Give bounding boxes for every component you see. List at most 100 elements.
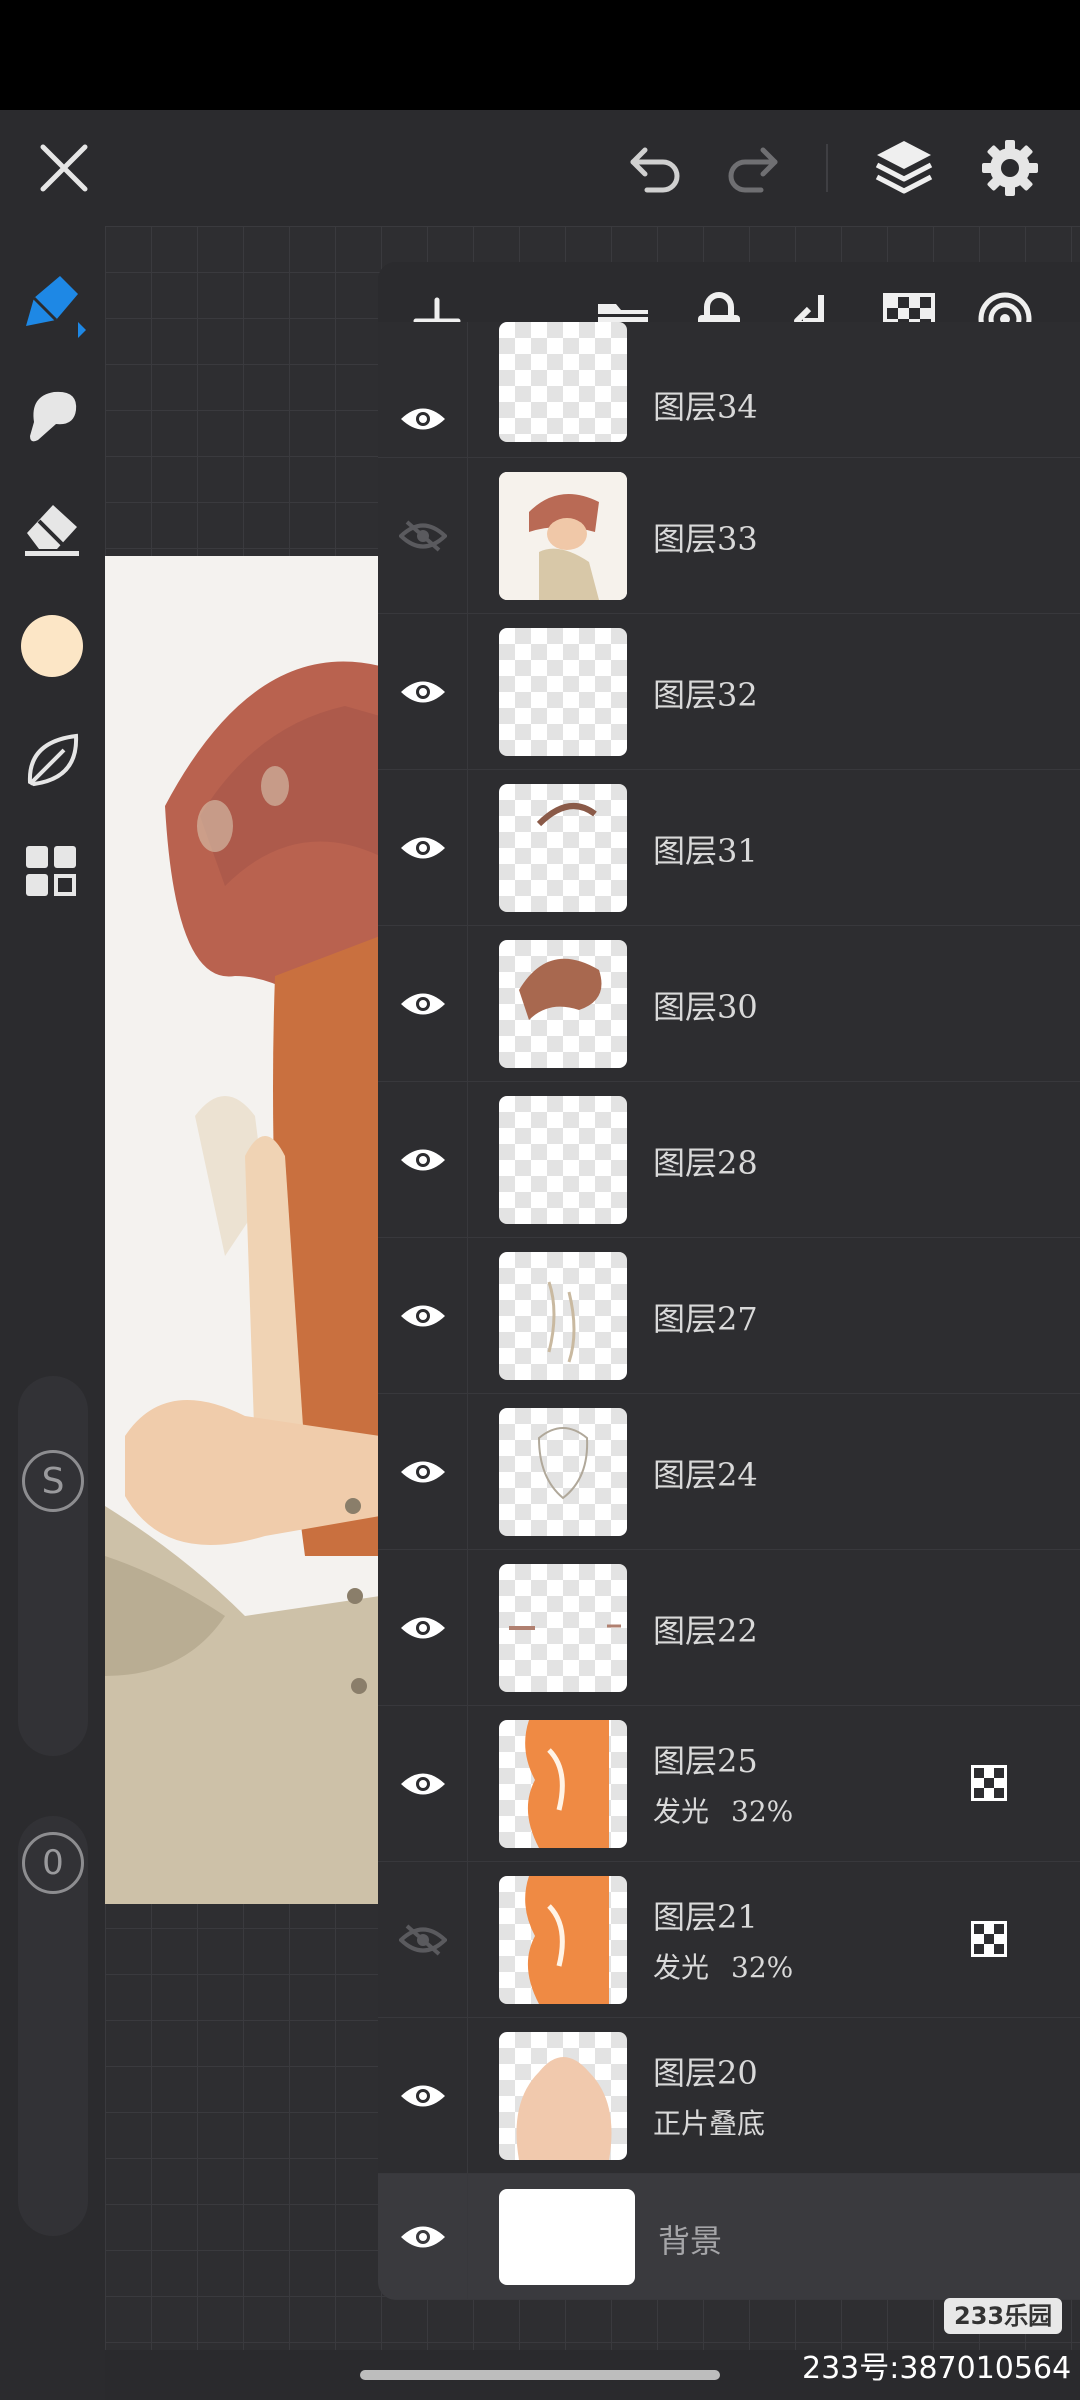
- visibility-toggle[interactable]: [378, 1394, 468, 1549]
- layer-row[interactable]: 图层34: [378, 322, 1080, 458]
- layer-thumbnail: [499, 1408, 627, 1536]
- layer-blend-info: 发光 32%: [653, 1790, 793, 1830]
- clipping-mask-icon[interactable]: [970, 1764, 1008, 1806]
- layer-thumbnail: [499, 1720, 627, 1848]
- visibility-toggle[interactable]: [378, 1082, 468, 1237]
- smudge-tool-icon[interactable]: [14, 376, 90, 452]
- visibility-toggle[interactable]: [378, 1706, 468, 1861]
- layer-row[interactable]: 图层31: [378, 770, 1080, 926]
- layer-thumbnail: [499, 784, 627, 912]
- layers-icon[interactable]: [866, 130, 942, 206]
- watermark-id: 233号:387010564: [802, 2351, 1072, 2386]
- blend-mode: 发光: [653, 1951, 710, 1984]
- eye-icon: [400, 2226, 445, 2247]
- layer-name: 图层27: [653, 1300, 758, 1338]
- eye-icon: [400, 1617, 445, 1638]
- eye-icon: [400, 1773, 445, 1794]
- size-label: S: [41, 1460, 65, 1502]
- layer-name: 图层24: [653, 1456, 758, 1494]
- home-indicator[interactable]: [360, 2370, 720, 2380]
- eye-hidden-icon: [398, 1923, 447, 1956]
- layer-name: 背景: [658, 2222, 723, 2260]
- layer-thumbnail: [499, 472, 627, 600]
- size-slider-badge[interactable]: S: [18, 1446, 88, 1516]
- visibility-toggle[interactable]: [378, 2174, 468, 2299]
- visibility-toggle[interactable]: [378, 1550, 468, 1705]
- gear-icon[interactable]: [972, 130, 1048, 206]
- visibility-toggle[interactable]: [378, 458, 468, 613]
- layer-name: 图层20: [653, 2054, 758, 2092]
- layer-name: 图层33: [653, 520, 758, 558]
- painting-app: S 0 图层34 图层33 图层32 图层31 图层30 图层28 图层27 图…: [0, 0, 1080, 2400]
- left-toolbar: S 0: [0, 226, 105, 2400]
- eye-icon: [400, 1461, 445, 1482]
- grid-panel-icon[interactable]: [14, 834, 90, 910]
- blend-mode: 正片叠底: [653, 2107, 766, 2140]
- redo-icon[interactable]: [718, 136, 788, 200]
- layer-thumbnail: [499, 628, 627, 756]
- layer-name: 图层22: [653, 1612, 758, 1650]
- layer-name: 图层30: [653, 988, 758, 1026]
- opacity-slider-badge[interactable]: 0: [18, 1828, 88, 1898]
- status-bar: [0, 0, 1080, 110]
- visibility-toggle[interactable]: [378, 770, 468, 925]
- visibility-toggle[interactable]: [378, 926, 468, 1081]
- layer-opacity: 32%: [731, 1795, 794, 1828]
- layer-name: 图层31: [653, 832, 758, 870]
- layer-name: 图层32: [653, 676, 758, 714]
- undo-icon[interactable]: [620, 136, 690, 200]
- layer-thumbnail: [499, 1564, 627, 1692]
- leaf-icon[interactable]: [14, 722, 90, 798]
- visibility-toggle[interactable]: [378, 322, 468, 457]
- layer-row[interactable]: 图层32: [378, 614, 1080, 770]
- layer-thumbnail: [499, 2189, 635, 2285]
- layer-opacity: 32%: [731, 1951, 794, 1984]
- blend-mode: 发光: [653, 1795, 710, 1828]
- layer-row[interactable]: 图层28: [378, 1082, 1080, 1238]
- size-slider[interactable]: [18, 1376, 88, 1756]
- eye-icon: [400, 1149, 445, 1170]
- eye-icon: [400, 993, 445, 1014]
- layer-row[interactable]: 图层27: [378, 1238, 1080, 1394]
- eraser-icon[interactable]: [14, 488, 90, 564]
- layer-row-background[interactable]: 背景: [378, 2174, 1080, 2300]
- visibility-toggle[interactable]: [378, 1862, 468, 2017]
- layer-row[interactable]: 图层24: [378, 1394, 1080, 1550]
- layer-name: 图层21: [653, 1898, 758, 1936]
- close-icon[interactable]: [30, 134, 98, 202]
- layer-row[interactable]: 图层30: [378, 926, 1080, 1082]
- opacity-label: 0: [42, 1843, 64, 1883]
- layers-panel: 图层34 图层33 图层32 图层31 图层30 图层28 图层27 图层24 …: [378, 262, 1080, 2300]
- layer-name: 图层28: [653, 1144, 758, 1182]
- layer-thumbnail: [499, 1876, 627, 2004]
- visibility-toggle[interactable]: [378, 2018, 468, 2173]
- color-swatch[interactable]: [18, 612, 86, 680]
- eye-icon: [400, 837, 445, 858]
- layer-row[interactable]: 图层21 发光 32%: [378, 1862, 1080, 2018]
- layer-thumbnail: [499, 1096, 627, 1224]
- top-bar: [0, 110, 1080, 226]
- eye-icon: [400, 681, 445, 702]
- layer-name: 图层25: [653, 1742, 758, 1780]
- layer-row[interactable]: 图层33: [378, 458, 1080, 614]
- eye-icon: [400, 408, 445, 429]
- visibility-toggle[interactable]: [378, 614, 468, 769]
- layer-thumbnail: [499, 1252, 627, 1380]
- layer-name: 图层34: [653, 388, 758, 426]
- watermark-badge: 233乐园: [944, 2298, 1063, 2334]
- layer-row[interactable]: 图层22: [378, 1550, 1080, 1706]
- clipping-mask-icon[interactable]: [970, 1920, 1008, 1962]
- artwork-canvas[interactable]: [105, 556, 380, 1904]
- pen-tool-icon[interactable]: [14, 266, 90, 342]
- layer-row[interactable]: 图层20 正片叠底: [378, 2018, 1080, 2174]
- layer-blend-info: 正片叠底: [653, 2102, 765, 2142]
- layer-thumbnail: [499, 940, 627, 1068]
- divider: [826, 144, 828, 192]
- layer-thumbnail: [499, 322, 627, 442]
- eye-icon: [400, 1305, 445, 1326]
- eye-icon: [400, 2085, 445, 2106]
- visibility-toggle[interactable]: [378, 1238, 468, 1393]
- layer-row[interactable]: 图层25 发光 32%: [378, 1706, 1080, 1862]
- layer-blend-info: 发光 32%: [653, 1946, 793, 1986]
- eye-hidden-icon: [398, 519, 447, 552]
